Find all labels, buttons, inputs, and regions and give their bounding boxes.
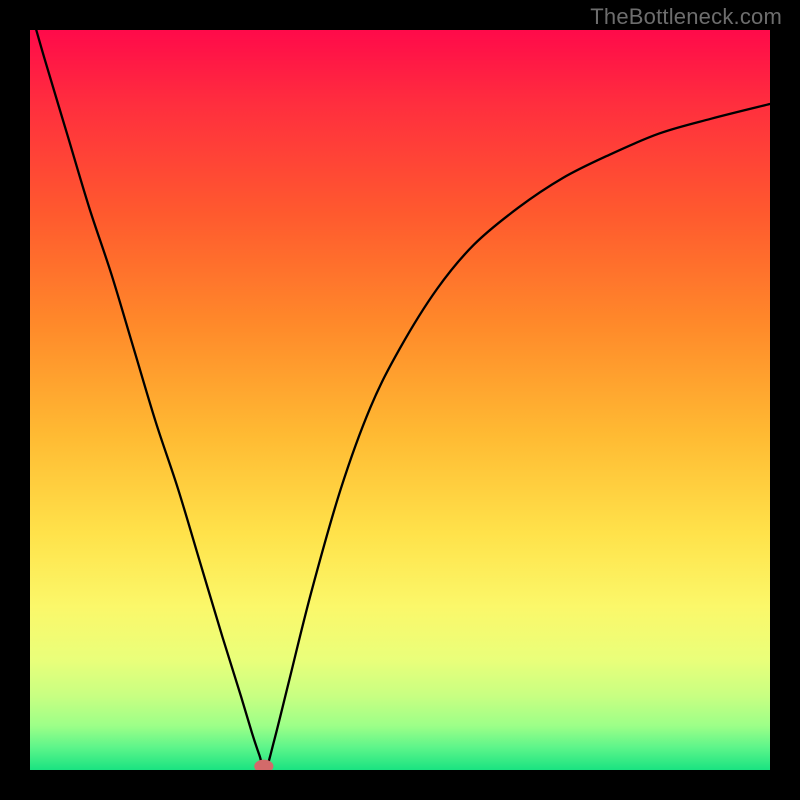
gradient-background (30, 30, 770, 770)
watermark-text: TheBottleneck.com (590, 4, 782, 30)
chart-svg (30, 30, 770, 770)
plot-area (30, 30, 770, 770)
chart-frame: TheBottleneck.com (0, 0, 800, 800)
